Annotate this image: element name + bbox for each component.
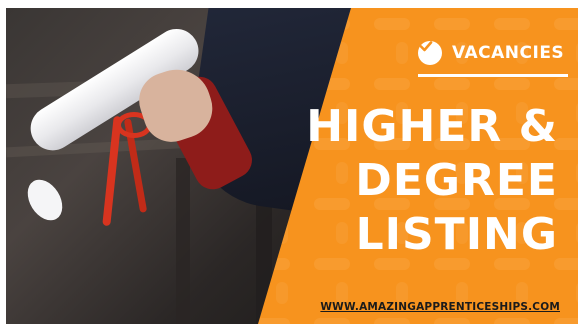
promo-graphic: VACANCIES HIGHER & DEGREE LISTING WWW.AM…: [6, 8, 578, 324]
vacancies-label: VACANCIES: [452, 43, 565, 63]
headline-line-3: LISTING: [355, 209, 558, 260]
headline: HIGHER & DEGREE LISTING: [298, 100, 558, 262]
orange-panel: VACANCIES HIGHER & DEGREE LISTING WWW.AM…: [6, 8, 578, 324]
website-link[interactable]: WWW.AMAZINGAPPRENTICESHIPS.COM: [320, 301, 560, 313]
vacancies-badge: VACANCIES: [418, 38, 566, 68]
headline-line-2: DEGREE: [355, 155, 558, 206]
headline-line-1: HIGHER &: [306, 101, 558, 152]
badge-underline: [418, 74, 568, 77]
check-circle-icon: [418, 41, 442, 65]
